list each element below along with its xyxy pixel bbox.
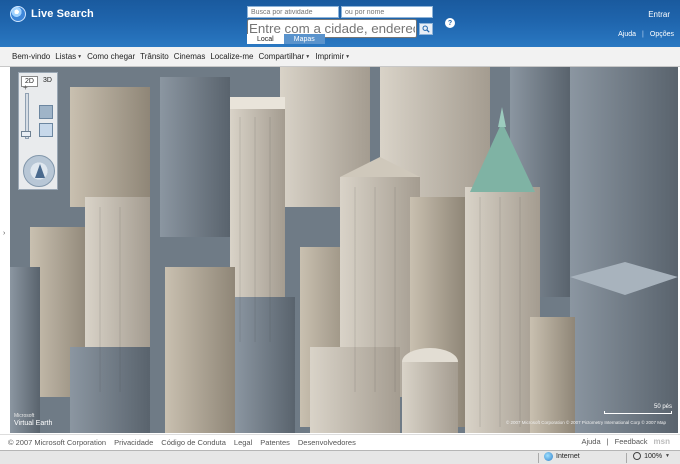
- toolbar-item-label: Como chegar: [87, 52, 136, 61]
- brand-logo[interactable]: Live Search: [10, 6, 94, 22]
- toolbar-item-locate-me[interactable]: Localize-me: [210, 52, 253, 61]
- site-header: Live Search ? Local Mapas Entrar Ajuda |…: [0, 0, 680, 47]
- scale-bar: [604, 411, 672, 414]
- tab-local[interactable]: Local: [247, 34, 284, 44]
- chevron-down-icon: ▼: [665, 453, 670, 459]
- search-name-input[interactable]: [341, 6, 433, 18]
- zoom-in-icon[interactable]: +: [23, 83, 28, 92]
- toolbar-item-label: Localize-me: [210, 52, 254, 61]
- magnifier-icon: [633, 452, 642, 460]
- logo-microsoft-text: Microsoft: [14, 413, 35, 419]
- toolbar-item-print[interactable]: Imprimir ▼: [315, 52, 350, 61]
- search-icon: [422, 25, 430, 33]
- toolbar-item-share[interactable]: Compartilhar ▼: [258, 52, 310, 61]
- map-navigation-control: 2D 3D +: [18, 72, 58, 190]
- toolbar-item-label: Bem-vindo: [12, 52, 51, 61]
- search-activity-input[interactable]: [247, 6, 339, 18]
- toolbar-item-label: Cinemas: [173, 52, 206, 61]
- footer-link-developers[interactable]: Desenvolvedores: [298, 438, 356, 447]
- footer-link-help[interactable]: Ajuda: [581, 437, 600, 446]
- toolbar-item-lists[interactable]: Listas ▼: [55, 52, 82, 61]
- tab-maps[interactable]: Mapas: [283, 34, 325, 44]
- signin-link[interactable]: Entrar: [648, 10, 670, 19]
- status-divider: [538, 453, 539, 463]
- footer-link-privacy[interactable]: Privacidade: [114, 438, 153, 447]
- footer-separator: |: [606, 437, 609, 446]
- map-toolbar: Bem-vindo Listas ▼ Como chegar Trânsito C…: [0, 47, 680, 67]
- toolbar-item-label: Listas: [55, 52, 77, 61]
- windows-live-icon: [10, 6, 26, 22]
- footer-link-feedback[interactable]: Feedback: [615, 437, 648, 446]
- msn-logo: msn: [653, 437, 670, 446]
- footer-copyright: © 2007 Microsoft Corporation: [8, 438, 107, 447]
- search-button[interactable]: [419, 22, 433, 35]
- compass-arrow-icon: [35, 164, 45, 178]
- imagery-copyright: © 2007 Microsoft Corporation © 2007 Pict…: [505, 420, 666, 425]
- brand-name: Live Search: [31, 8, 94, 20]
- globe-icon: [544, 452, 553, 461]
- chevron-down-icon: ▼: [77, 53, 83, 60]
- toolbar-item-label: Imprimir: [315, 52, 345, 61]
- status-divider: [626, 453, 627, 463]
- help-icon[interactable]: ?: [445, 18, 455, 28]
- zoom-level-control[interactable]: 100% ▼: [633, 452, 670, 460]
- aerial-imagery: [10, 67, 678, 433]
- footer-link-legal[interactable]: Legal: [234, 438, 252, 447]
- zoom-level: 100%: [644, 452, 663, 460]
- search-scope-tabs: Local Mapas: [247, 34, 325, 44]
- scale-label: 50 pés: [653, 404, 672, 410]
- footer-link-conduct[interactable]: Código de Conduta: [161, 438, 226, 447]
- header-links: Ajuda | Opções: [618, 31, 674, 38]
- birds-eye-icon[interactable]: [39, 105, 53, 119]
- security-zone: Internet: [544, 452, 580, 461]
- virtual-earth-logo: Microsoft Virtual Earth: [14, 412, 52, 428]
- options-link[interactable]: Opções: [650, 31, 674, 38]
- toolbar-item-label: Compartilhar: [258, 52, 305, 61]
- logo-virtual-earth-text: Virtual Earth: [14, 420, 53, 427]
- search-fields: [247, 6, 433, 18]
- compass-icon[interactable]: [23, 155, 55, 187]
- side-panel-handle[interactable]: ›: [3, 230, 5, 237]
- zone-label: Internet: [556, 453, 580, 460]
- zoom-slider-handle[interactable]: [21, 131, 31, 137]
- toolbar-item-welcome[interactable]: Bem-vindo: [12, 52, 50, 61]
- link-separator: |: [642, 31, 644, 38]
- help-link[interactable]: Ajuda: [618, 31, 636, 38]
- mode-3d-button[interactable]: 3D: [40, 76, 55, 87]
- chevron-down-icon: ▼: [345, 53, 351, 60]
- toolbar-item-label: Trânsito: [140, 52, 169, 61]
- footer-right-links: Ajuda | Feedback msn: [581, 437, 670, 446]
- map-scale: 50 pés: [604, 404, 672, 414]
- toolbar-item-traffic[interactable]: Trânsito: [140, 52, 169, 61]
- aerial-view-icon[interactable]: [39, 123, 53, 137]
- toolbar-item-directions[interactable]: Como chegar: [87, 52, 135, 61]
- footer-link-patents[interactable]: Patentes: [260, 438, 290, 447]
- chevron-down-icon: ▼: [305, 53, 311, 60]
- browser-status-bar: Internet 100% ▼: [0, 450, 680, 464]
- map-view[interactable]: [10, 67, 678, 433]
- page-footer: © 2007 Microsoft Corporation Privacidade…: [0, 434, 680, 450]
- toolbar-item-cinemas[interactable]: Cinemas: [174, 52, 206, 61]
